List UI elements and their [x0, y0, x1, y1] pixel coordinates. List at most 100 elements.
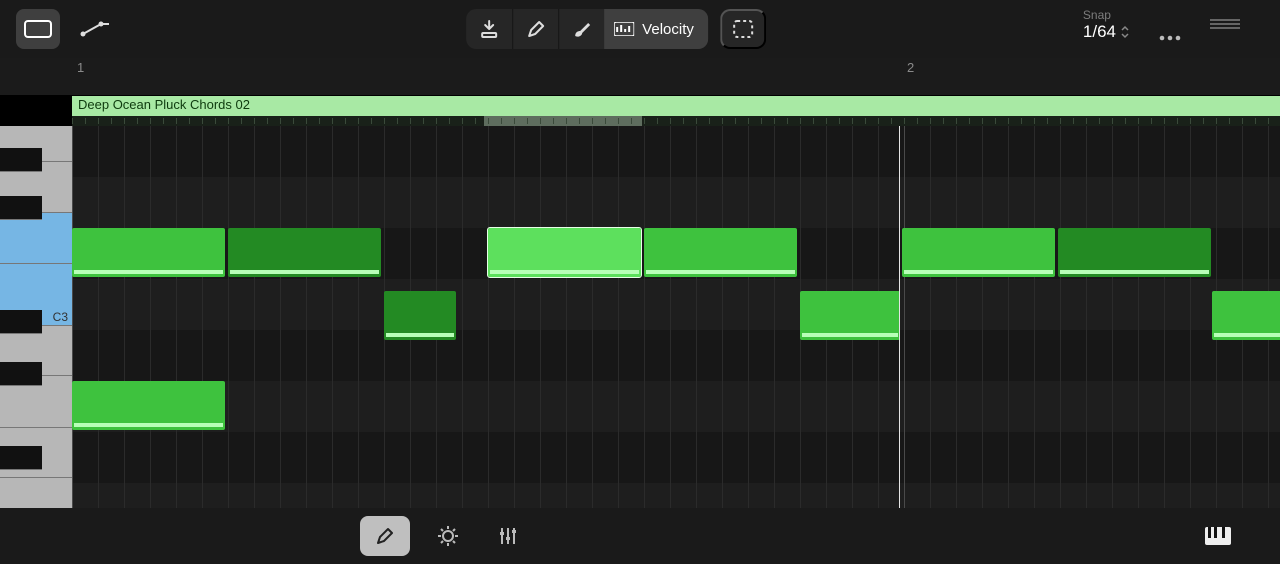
grid-line — [1086, 126, 1087, 508]
midi-note[interactable] — [644, 228, 797, 277]
marquee-select-button[interactable] — [720, 9, 766, 49]
pencil-icon — [376, 527, 394, 545]
white-key[interactable] — [0, 478, 72, 508]
region-tick — [1190, 118, 1191, 124]
midi-note[interactable] — [228, 228, 381, 277]
region-tick — [449, 118, 450, 124]
midi-quantize-button[interactable] — [466, 9, 512, 49]
grid-line — [748, 126, 749, 508]
region-tick — [982, 118, 983, 124]
midi-note[interactable] — [800, 291, 900, 340]
region-tick — [1112, 118, 1113, 124]
note-velocity-bar — [646, 270, 795, 274]
ellipsis-icon — [1158, 34, 1182, 42]
automation-view-button[interactable] — [72, 9, 116, 49]
playhead[interactable] — [899, 126, 900, 508]
region-tick — [241, 118, 242, 124]
gear-dotted-icon — [437, 525, 459, 547]
midi-note[interactable] — [72, 228, 225, 277]
region-tick — [163, 118, 164, 124]
region-tick — [397, 118, 398, 124]
region-tick — [930, 118, 931, 124]
grid-line — [488, 126, 489, 508]
midi-note[interactable] — [902, 228, 1055, 277]
region-tick — [1060, 118, 1061, 124]
region-tick — [358, 118, 359, 124]
midi-note[interactable] — [1212, 291, 1280, 340]
region-tick — [995, 118, 996, 124]
grid-line — [696, 126, 697, 508]
curve-icon — [79, 20, 109, 38]
drag-handle[interactable] — [1210, 18, 1240, 30]
marquee-icon — [732, 19, 754, 39]
region-header[interactable]: Deep Ocean Pluck Chords 02 — [72, 96, 1280, 116]
region-tick — [98, 118, 99, 124]
pencil-tool-button[interactable] — [512, 9, 558, 49]
region-tick — [501, 118, 502, 124]
white-key[interactable] — [0, 213, 72, 264]
region-tick-strip[interactable] — [72, 116, 1280, 126]
snap-label: Snap — [1083, 8, 1130, 22]
grid-line — [1034, 126, 1035, 508]
grid-line — [774, 126, 775, 508]
region-tick — [657, 118, 658, 124]
snap-selector[interactable]: Snap 1/64 — [1083, 8, 1130, 42]
black-key[interactable] — [0, 446, 42, 470]
region-tick — [1203, 118, 1204, 124]
grid-line — [982, 126, 983, 508]
region-tick — [566, 118, 567, 124]
region-tick — [605, 118, 606, 124]
piano-icon — [1205, 527, 1231, 545]
velocity-icon — [614, 22, 634, 36]
midi-note[interactable] — [488, 228, 641, 277]
ruler[interactable]: 12 — [0, 58, 1280, 96]
region-tick — [1138, 118, 1139, 124]
keyboard[interactable]: C3 — [0, 126, 72, 508]
region-tick — [1073, 118, 1074, 124]
region-tick — [904, 118, 905, 124]
region-tick — [787, 118, 788, 124]
grid-line — [124, 126, 125, 508]
note-velocity-bar — [386, 333, 454, 337]
midi-note[interactable] — [1058, 228, 1211, 277]
keyboard-toggle-button[interactable] — [1196, 516, 1240, 556]
settings-button[interactable] — [426, 516, 470, 556]
grid-line — [514, 126, 515, 508]
grid-line — [150, 126, 151, 508]
brush-tool-button[interactable] — [558, 9, 604, 49]
more-menu-button[interactable] — [1152, 18, 1188, 58]
region-tick — [1125, 118, 1126, 124]
region-tick — [839, 118, 840, 124]
region-tick — [137, 118, 138, 124]
note-velocity-bar — [1060, 270, 1209, 274]
region-name: Deep Ocean Pluck Chords 02 — [78, 97, 250, 112]
black-key[interactable] — [0, 362, 42, 386]
region-tick — [1034, 118, 1035, 124]
midi-note[interactable] — [72, 381, 225, 430]
region-tick — [709, 118, 710, 124]
region-tick — [124, 118, 125, 124]
black-key[interactable] — [0, 310, 42, 334]
chevron-up-down-icon — [1120, 25, 1130, 39]
pencil-icon — [527, 20, 545, 38]
note-grid[interactable] — [72, 126, 1280, 508]
grip-icon — [1210, 18, 1240, 30]
black-key[interactable] — [0, 196, 42, 220]
grid-line — [540, 126, 541, 508]
region-tick — [293, 118, 294, 124]
edit-mode-button[interactable] — [360, 516, 410, 556]
region-tick — [72, 118, 73, 124]
mixer-button[interactable] — [486, 516, 530, 556]
region-tick — [111, 118, 112, 124]
midi-note[interactable] — [384, 291, 456, 340]
notes-view-button[interactable] — [16, 9, 60, 49]
region-tick — [1086, 118, 1087, 124]
velocity-mode-button[interactable]: Velocity — [604, 9, 708, 49]
grid-line — [566, 126, 567, 508]
region-tick — [696, 118, 697, 124]
region-tick — [1099, 118, 1100, 124]
brush-icon — [572, 19, 592, 39]
keyboard-note-label: C3 — [53, 310, 68, 324]
black-key[interactable] — [0, 148, 42, 172]
region-tick — [1242, 118, 1243, 124]
